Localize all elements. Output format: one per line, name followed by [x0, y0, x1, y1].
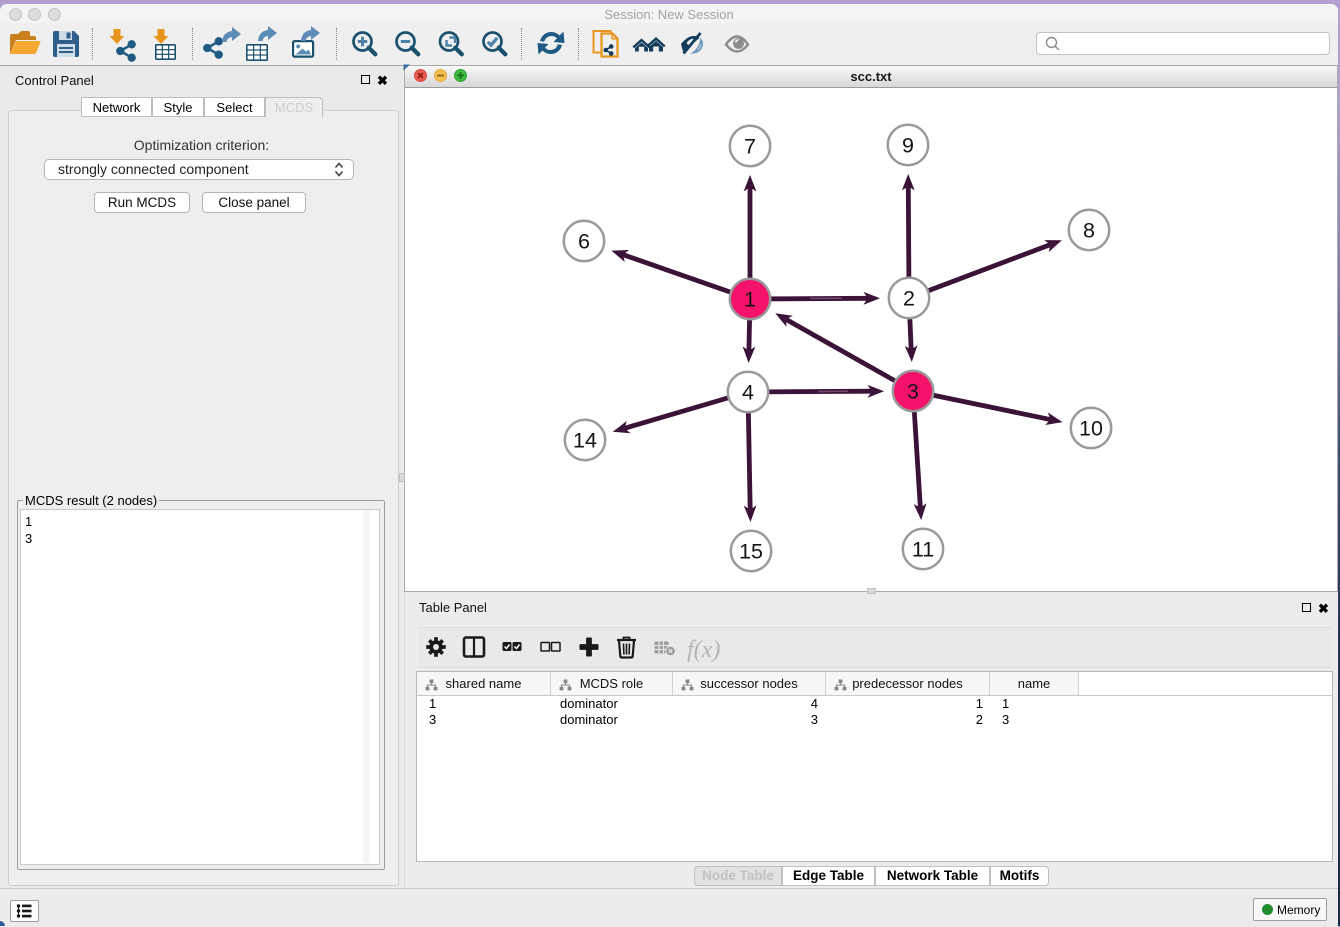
- svg-text:f(x): f(x): [687, 637, 720, 663]
- svg-text:15: 15: [739, 540, 763, 564]
- svg-text:3: 3: [907, 380, 919, 404]
- svg-text:2: 2: [903, 287, 915, 311]
- svg-text:10: 10: [1079, 417, 1103, 441]
- svg-text:11: 11: [912, 538, 934, 562]
- svg-text:14: 14: [573, 429, 597, 453]
- svg-text:7: 7: [744, 135, 756, 159]
- svg-text:1: 1: [744, 288, 756, 312]
- svg-text:8: 8: [1083, 219, 1095, 243]
- svg-text:6: 6: [578, 230, 590, 254]
- svg-text:9: 9: [902, 134, 914, 158]
- svg-text:4: 4: [742, 381, 754, 405]
